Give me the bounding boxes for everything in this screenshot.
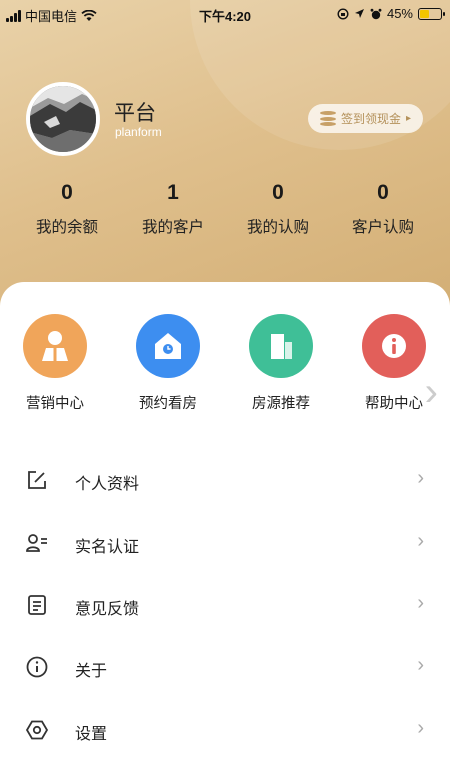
stats-row: 0 我的余额 1 我的客户 0 我的认购 0 客户认购: [0, 180, 450, 240]
profile-subtitle: planform: [115, 125, 162, 139]
quick-action-label: 营销中心: [26, 396, 84, 412]
status-bar: 中国电信 下午4:20 45%: [0, 0, 450, 30]
main-card: 营销中心 预约看房 房源推荐 帮助中心 › 个人资料 › 实名认证 › 意见反馈…: [0, 282, 450, 757]
menu-label: 实名认证: [75, 539, 140, 556]
stat-value: 1: [167, 181, 179, 204]
stat-my-subscriptions[interactable]: 0 我的认购: [222, 180, 334, 237]
battery-icon: [418, 7, 445, 20]
settings-icon: [25, 720, 49, 740]
quick-action-marketing[interactable]: 营销中心: [10, 282, 100, 413]
chevron-right-icon: ▸: [405, 113, 412, 124]
location-icon: [354, 9, 364, 18]
battery-percent: 45%: [386, 6, 413, 21]
quick-icon-bg-2: [249, 314, 313, 378]
chevron-right-icon: ›: [417, 530, 424, 552]
stat-balance[interactable]: 0 我的余额: [11, 180, 123, 237]
menu-label: 关于: [75, 663, 108, 680]
quick-action-label: 房源推荐: [252, 396, 310, 412]
chevron-right-icon: ›: [417, 654, 424, 676]
info-circle-icon: [26, 656, 48, 678]
coin-stack-icon: [319, 111, 336, 126]
menu-label: 意见反馈: [75, 601, 140, 618]
person-icon: [42, 331, 68, 361]
menu-label: 个人资料: [75, 476, 140, 493]
quick-icon-bg-1: [136, 314, 200, 378]
stat-label: 我的余额: [35, 219, 98, 236]
menu-item-profile[interactable]: 个人资料 ›: [0, 450, 450, 512]
profile-header-background: [0, 0, 450, 330]
menu-item-verification[interactable]: 实名认证 ›: [0, 513, 450, 575]
info-icon: [382, 334, 406, 358]
profile-name: 平台: [114, 102, 156, 125]
stat-customer-subscriptions[interactable]: 0 客户认购: [327, 180, 439, 237]
checkin-button[interactable]: 签到领现金 ▸: [308, 104, 423, 133]
stat-customers[interactable]: 1 我的客户: [117, 180, 229, 237]
scroll-right-chevron-icon[interactable]: ›: [425, 372, 438, 412]
quick-action-label: 预约看房: [139, 396, 197, 412]
quick-action-listings[interactable]: 房源推荐: [236, 282, 326, 413]
edit-icon: [28, 471, 46, 489]
stat-label: 我的认购: [246, 219, 309, 236]
menu-item-settings[interactable]: 设置 ›: [0, 700, 450, 757]
user-id-icon: [26, 534, 47, 552]
menu-item-feedback[interactable]: 意见反馈 ›: [0, 575, 450, 637]
quick-icon-bg-3: [362, 314, 426, 378]
stat-label: 我的客户: [141, 219, 204, 236]
stat-value: 0: [272, 181, 284, 204]
chevron-right-icon: ›: [417, 592, 424, 614]
chevron-right-icon: ›: [417, 467, 424, 489]
lock-rotation-icon: [337, 7, 349, 20]
quick-action-viewing[interactable]: 预约看房: [123, 282, 213, 413]
menu-label: 设置: [75, 726, 108, 743]
building-icon: [271, 334, 292, 359]
stat-value: 0: [61, 181, 73, 204]
menu-item-about[interactable]: 关于 ›: [0, 637, 450, 699]
house-icon: [155, 333, 181, 359]
chevron-right-icon: ›: [417, 717, 424, 739]
stat-value: 0: [377, 181, 389, 204]
checkin-label: 签到领现金: [340, 112, 401, 126]
avatar-image: [30, 86, 96, 152]
quick-icon-bg-0: [23, 314, 87, 378]
stat-label: 客户认购: [351, 219, 414, 236]
document-icon: [28, 595, 46, 615]
alarm-icon: [370, 8, 382, 19]
avatar[interactable]: [26, 82, 100, 156]
